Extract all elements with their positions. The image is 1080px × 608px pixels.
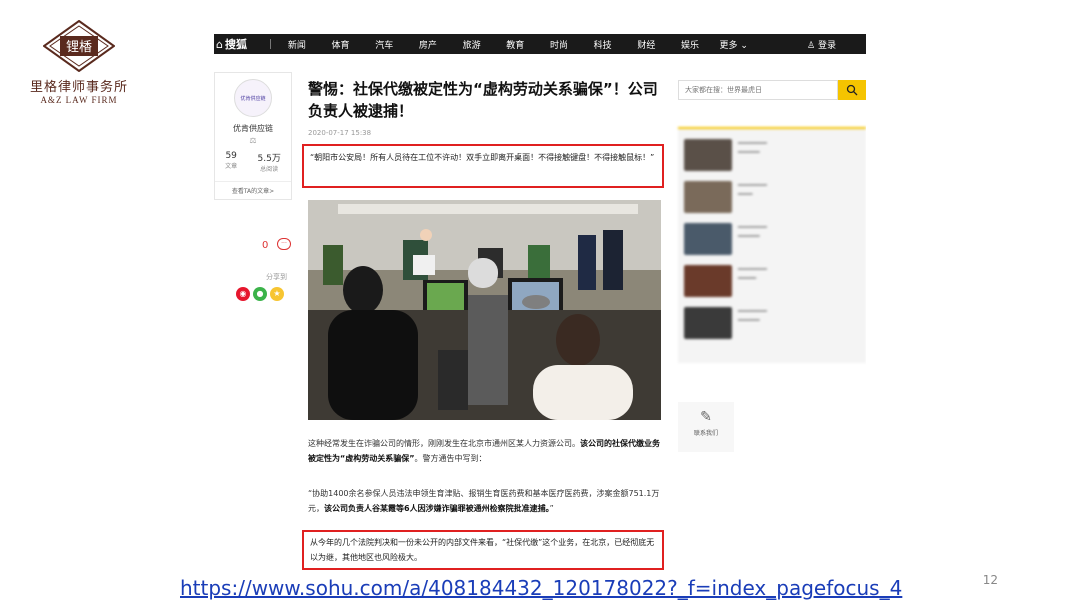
nav-item-more[interactable]: 更多 ⌄ bbox=[712, 38, 756, 51]
nav-item-finance[interactable]: 财经 bbox=[625, 38, 669, 51]
hot-article-text: ━━━━━━━━ ━━━━━ bbox=[738, 266, 767, 282]
comment-count[interactable]: 0 bbox=[262, 240, 268, 251]
hot-article-item[interactable]: ━━━━━━━━ ━━━━━ bbox=[684, 265, 860, 297]
hot-article-item[interactable]: ━━━━━━━━ ━━━━ bbox=[684, 181, 860, 213]
search-button[interactable] bbox=[838, 80, 866, 100]
p2-text-b: 该公司负责人谷某霞等6人因涉嫌诈骗罪被通州检察院批准逮捕。 bbox=[324, 504, 550, 513]
p2-text-c: ” bbox=[549, 504, 554, 513]
weibo-share-icon[interactable]: ◉ bbox=[236, 287, 250, 301]
contact-label: 联系我们 bbox=[693, 430, 718, 437]
share-label: 分享到 bbox=[266, 273, 287, 281]
nav-item-realestate[interactable]: 房产 bbox=[406, 38, 450, 51]
chevron-down-icon: ⌄ bbox=[737, 40, 748, 51]
logo-text: 锂楿 bbox=[66, 40, 92, 55]
search-icon bbox=[846, 84, 858, 96]
author-stats: 59 文章 5.5万总阅读 bbox=[215, 151, 291, 173]
firm-emblem-icon: 锂楿 bbox=[43, 20, 115, 72]
login-link[interactable]: ♙ 登录 bbox=[807, 38, 836, 51]
page-number: 12 bbox=[982, 573, 998, 587]
hot-article-text: ━━━━━━━━ ━━━━ bbox=[738, 182, 767, 198]
nav-item-auto[interactable]: 汽车 bbox=[362, 38, 406, 51]
nav-item-travel[interactable]: 旅游 bbox=[450, 38, 494, 51]
p1-text-c: 。警方通告中写到： bbox=[414, 454, 487, 463]
nav-item-sports[interactable]: 体育 bbox=[319, 38, 363, 51]
author-articles-link[interactable]: 查看TA的文章> bbox=[215, 181, 291, 199]
nav-item-fashion[interactable]: 时尚 bbox=[537, 38, 581, 51]
hot-article-item[interactable]: ━━━━━━━━ ━━━━━━ bbox=[684, 223, 860, 255]
article-photo bbox=[308, 200, 661, 420]
article-title: 警惕：社保代缴被定性为“虚构劳动关系骗保”！公司负责人被逮捕！ bbox=[308, 80, 658, 120]
author-badge-icon: ⚖ bbox=[249, 136, 257, 145]
home-link[interactable]: ⌂ 搜狐 bbox=[214, 36, 266, 52]
login-label: 登录 bbox=[817, 41, 836, 51]
avatar-text: 优肯供应链 bbox=[240, 95, 266, 102]
highlighted-quote: “朝阳市公安局！所有人员待在工位不许动！双手立即离开桌面！不得接触键盘！不得接触… bbox=[302, 144, 664, 188]
nav-more-label: 更多 bbox=[719, 40, 738, 51]
hot-article-item[interactable]: ━━━━━━━━ ━━━━━━ bbox=[684, 307, 860, 339]
views-label: 总阅读 bbox=[260, 166, 279, 173]
contact-us-button[interactable]: ✎ 联系我们 bbox=[678, 402, 734, 452]
nav-item-entertainment[interactable]: 娱乐 bbox=[668, 38, 712, 51]
share-buttons: ◉ ● ★ bbox=[236, 287, 284, 301]
author-avatar[interactable]: 优肯供应链 bbox=[234, 79, 272, 117]
hot-article-thumbnail bbox=[684, 223, 732, 255]
hot-article-item[interactable]: ━━━━━━━━ ━━━━━━ bbox=[684, 139, 860, 171]
articles-count: 59 bbox=[225, 151, 237, 161]
hot-article-thumbnail bbox=[684, 265, 732, 297]
hot-article-thumbnail bbox=[684, 139, 732, 171]
firm-logo: 锂楿 里格律师事务所 A&Z LAW FIRM bbox=[24, 20, 134, 105]
hot-article-thumbnail bbox=[684, 181, 732, 213]
qzone-share-icon[interactable]: ★ bbox=[270, 287, 284, 301]
user-icon: ♙ bbox=[807, 41, 818, 51]
hot-article-text: ━━━━━━━━ ━━━━━━ bbox=[738, 224, 767, 240]
hot-article-thumbnail bbox=[684, 307, 732, 339]
hot-article-text: ━━━━━━━━ ━━━━━━ bbox=[738, 308, 767, 324]
nav-item-news[interactable]: 新闻 bbox=[275, 38, 319, 51]
hot-articles-panel: ━━━━━━━━ ━━━━━━ ━━━━━━━━ ━━━━ ━━━━━━━━ ━━━━… bbox=[678, 127, 866, 363]
nav-divider bbox=[270, 39, 271, 49]
author-name[interactable]: 优肯供应链 bbox=[215, 123, 291, 134]
author-card: 优肯供应链 优肯供应链 ⚖ 59 文章 5.5万总阅读 查看TA的文章> bbox=[214, 72, 292, 200]
article-paragraph-2: “协助1400余名参保人员违法申领生育津贴、报销生育医药费和基本医疗医药费，涉案… bbox=[308, 486, 663, 516]
article-paragraph-1: 这种经常发生在诈骗公司的情形，刚刚发生在北京市通州区某人力资源公司。该公司的社保… bbox=[308, 436, 663, 466]
wechat-share-icon[interactable]: ● bbox=[253, 287, 267, 301]
article-date: 2020-07-17 15:38 bbox=[308, 129, 372, 137]
article-screenshot: ⌂ 搜狐 新闻 体育 汽车 房产 旅游 教育 时尚 科技 财经 娱乐 更多 ⌄ … bbox=[214, 34, 866, 574]
views-count: 5.5万 bbox=[257, 154, 281, 164]
p1-text-a: 这种经常发生在诈骗公司的情形，刚刚发生在北京市通州区某人力资源公司。 bbox=[308, 439, 580, 448]
hot-article-text: ━━━━━━━━ ━━━━━━ bbox=[738, 140, 767, 156]
top-navigation-bar: ⌂ 搜狐 新闻 体育 汽车 房产 旅游 教育 时尚 科技 财经 娱乐 更多 ⌄ … bbox=[214, 34, 866, 54]
nav-item-tech[interactable]: 科技 bbox=[581, 38, 625, 51]
office-raid-photo bbox=[308, 200, 661, 420]
highlighted-paragraph: 从今年的几个法院判决和一份未公开的内部文件来看，“社保代缴”这个业务，在北京，已… bbox=[302, 530, 664, 570]
firm-name-cn: 里格律师事务所 bbox=[29, 80, 128, 95]
firm-name-en: A&Z LAW FIRM bbox=[40, 95, 118, 105]
comment-icon[interactable]: ··· bbox=[277, 238, 291, 250]
nav-item-education[interactable]: 教育 bbox=[493, 38, 537, 51]
site-search bbox=[678, 80, 866, 100]
home-icon: ⌂ bbox=[216, 37, 223, 51]
source-url-link[interactable]: https://www.sohu.com/a/408184432_1201780… bbox=[180, 576, 902, 600]
search-input[interactable] bbox=[678, 80, 838, 100]
edit-icon: ✎ bbox=[700, 409, 712, 425]
articles-label: 文章 bbox=[225, 163, 238, 170]
site-brand: 搜狐 bbox=[224, 38, 247, 51]
